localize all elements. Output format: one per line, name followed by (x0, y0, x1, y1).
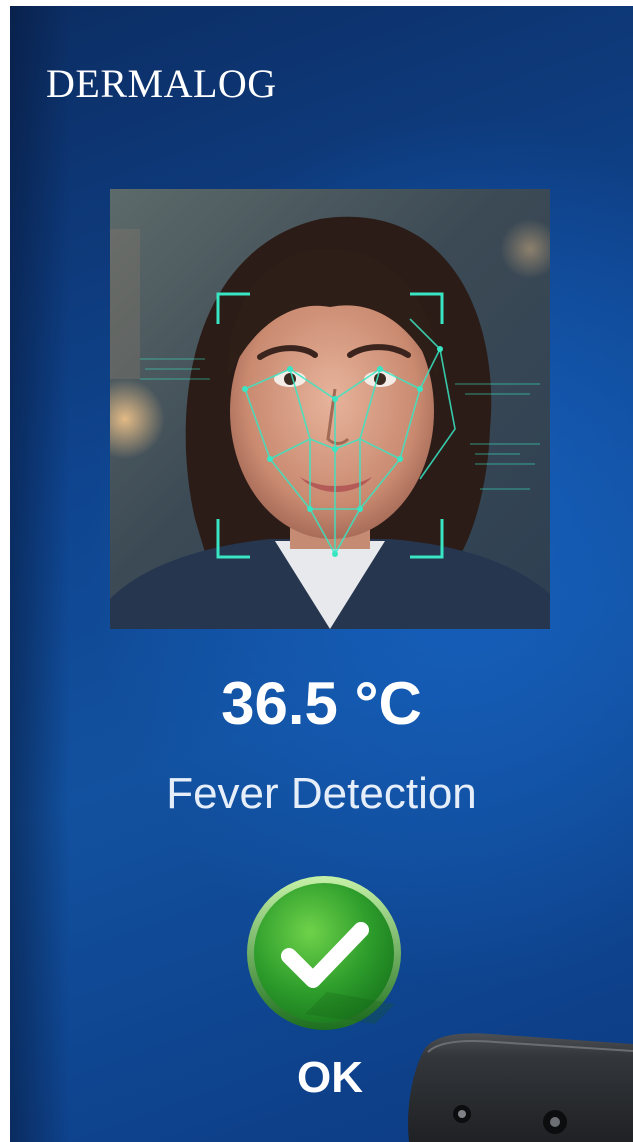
left-shade (10, 6, 70, 1142)
checkmark-icon (247, 876, 401, 1030)
brand-logo: DERMALOG (46, 61, 277, 106)
temperature-reading: 36.5 °C (221, 670, 422, 737)
camera-device (408, 1033, 633, 1142)
fever-detection-label: Fever Detection (166, 769, 477, 818)
status-ok: OK (297, 1053, 363, 1102)
fever-detection-screen: DERMALOG 36.5 °C Fever Detection OK (10, 6, 633, 1142)
face-scan-photo (110, 189, 550, 629)
